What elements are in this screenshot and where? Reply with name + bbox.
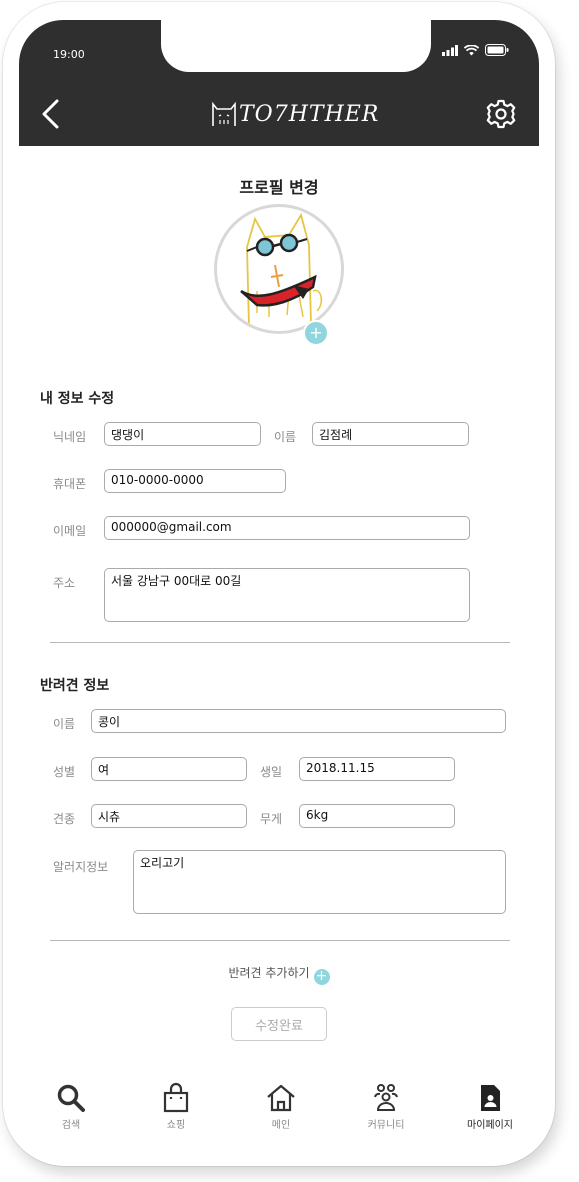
pet-name-label: 이름 xyxy=(53,717,76,731)
back-arrow-icon[interactable] xyxy=(35,96,65,132)
section-divider xyxy=(50,940,510,941)
nickname-label: 닉네임 xyxy=(53,430,87,444)
wifi-icon xyxy=(464,44,479,55)
pet-info-section-title: 반려견 정보 xyxy=(40,678,110,694)
nav-item-shopping[interactable]: 쇼핑 xyxy=(136,1082,216,1131)
status-icons xyxy=(442,44,509,56)
mypage-icon xyxy=(481,1085,500,1111)
battery-icon xyxy=(485,44,509,56)
allergy-input[interactable]: 오리고기 xyxy=(133,850,506,914)
name-input[interactable]: 김점례 xyxy=(312,422,469,446)
allergy-label: 알러지정보 xyxy=(53,860,109,874)
cat-face-icon xyxy=(212,101,236,126)
nav-label: 쇼핑 xyxy=(166,1120,186,1131)
gear-icon[interactable] xyxy=(485,98,517,130)
submit-button[interactable]: 수정완료 xyxy=(231,1007,327,1041)
add-photo-button[interactable]: + xyxy=(303,320,329,346)
nav-item-mypage[interactable]: 마이페이지 xyxy=(450,1082,530,1131)
nav-label: 검색 xyxy=(61,1120,81,1131)
add-pet-button[interactable]: 반려견 추가하기 + xyxy=(3,964,555,985)
gender-label: 성별 xyxy=(53,765,76,779)
dog-character-image xyxy=(240,212,323,328)
gender-input[interactable]: 여 xyxy=(91,757,247,781)
phone-input[interactable]: 010-0000-0000 xyxy=(104,469,286,493)
nav-label: 마이페이지 xyxy=(467,1120,513,1131)
nav-label: 커뮤니티 xyxy=(367,1120,405,1131)
logo-text: TO7HTHER xyxy=(239,101,380,127)
nav-item-search[interactable]: 검색 xyxy=(31,1082,111,1131)
email-input[interactable]: 000000@gmail.com xyxy=(104,516,470,540)
search-icon xyxy=(57,1084,85,1112)
add-pet-label: 반려견 추가하기 xyxy=(228,966,310,980)
birthday-input[interactable]: 2018.11.15 xyxy=(299,757,455,781)
profile-avatar[interactable] xyxy=(214,204,344,334)
notch xyxy=(161,20,431,72)
nickname-input[interactable]: 댕댕이 xyxy=(104,422,261,446)
phone-frame: 19:00 TO7HTHER 프로필 변경 + 내 정보 수정 닉네임 댕댕이 … xyxy=(3,2,555,1166)
signal-icon xyxy=(442,44,458,56)
home-icon xyxy=(267,1084,295,1112)
pet-name-input[interactable]: 콩이 xyxy=(91,709,506,733)
top-bar: 19:00 TO7HTHER xyxy=(19,20,539,146)
phone-label: 휴대폰 xyxy=(53,477,87,491)
app-logo: TO7HTHER xyxy=(209,94,379,134)
section-divider xyxy=(50,642,510,643)
plus-circle-icon: + xyxy=(313,969,330,985)
bottom-nav: 검색 쇼핑 메인 커뮤니티 마이페이지 xyxy=(19,1082,539,1142)
breed-label: 견종 xyxy=(53,812,76,826)
address-label: 주소 xyxy=(53,576,76,590)
nav-item-main[interactable]: 메인 xyxy=(241,1082,321,1131)
birthday-label: 생일 xyxy=(260,765,283,779)
nav-label: 메인 xyxy=(271,1120,291,1131)
shopping-bag-icon xyxy=(163,1082,189,1113)
email-label: 이메일 xyxy=(53,524,87,538)
weight-label: 무게 xyxy=(260,812,283,826)
address-input[interactable]: 서울 강남구 00대로 00길 xyxy=(104,568,470,622)
community-icon xyxy=(374,1084,398,1111)
page-title: 프로필 변경 xyxy=(239,178,319,197)
weight-input[interactable]: 6kg xyxy=(299,804,455,828)
my-info-section-title: 내 정보 수정 xyxy=(40,391,115,407)
breed-input[interactable]: 시츄 xyxy=(91,804,247,828)
status-time: 19:00 xyxy=(53,48,85,61)
name-label: 이름 xyxy=(274,430,297,444)
nav-item-community[interactable]: 커뮤니티 xyxy=(346,1082,426,1131)
